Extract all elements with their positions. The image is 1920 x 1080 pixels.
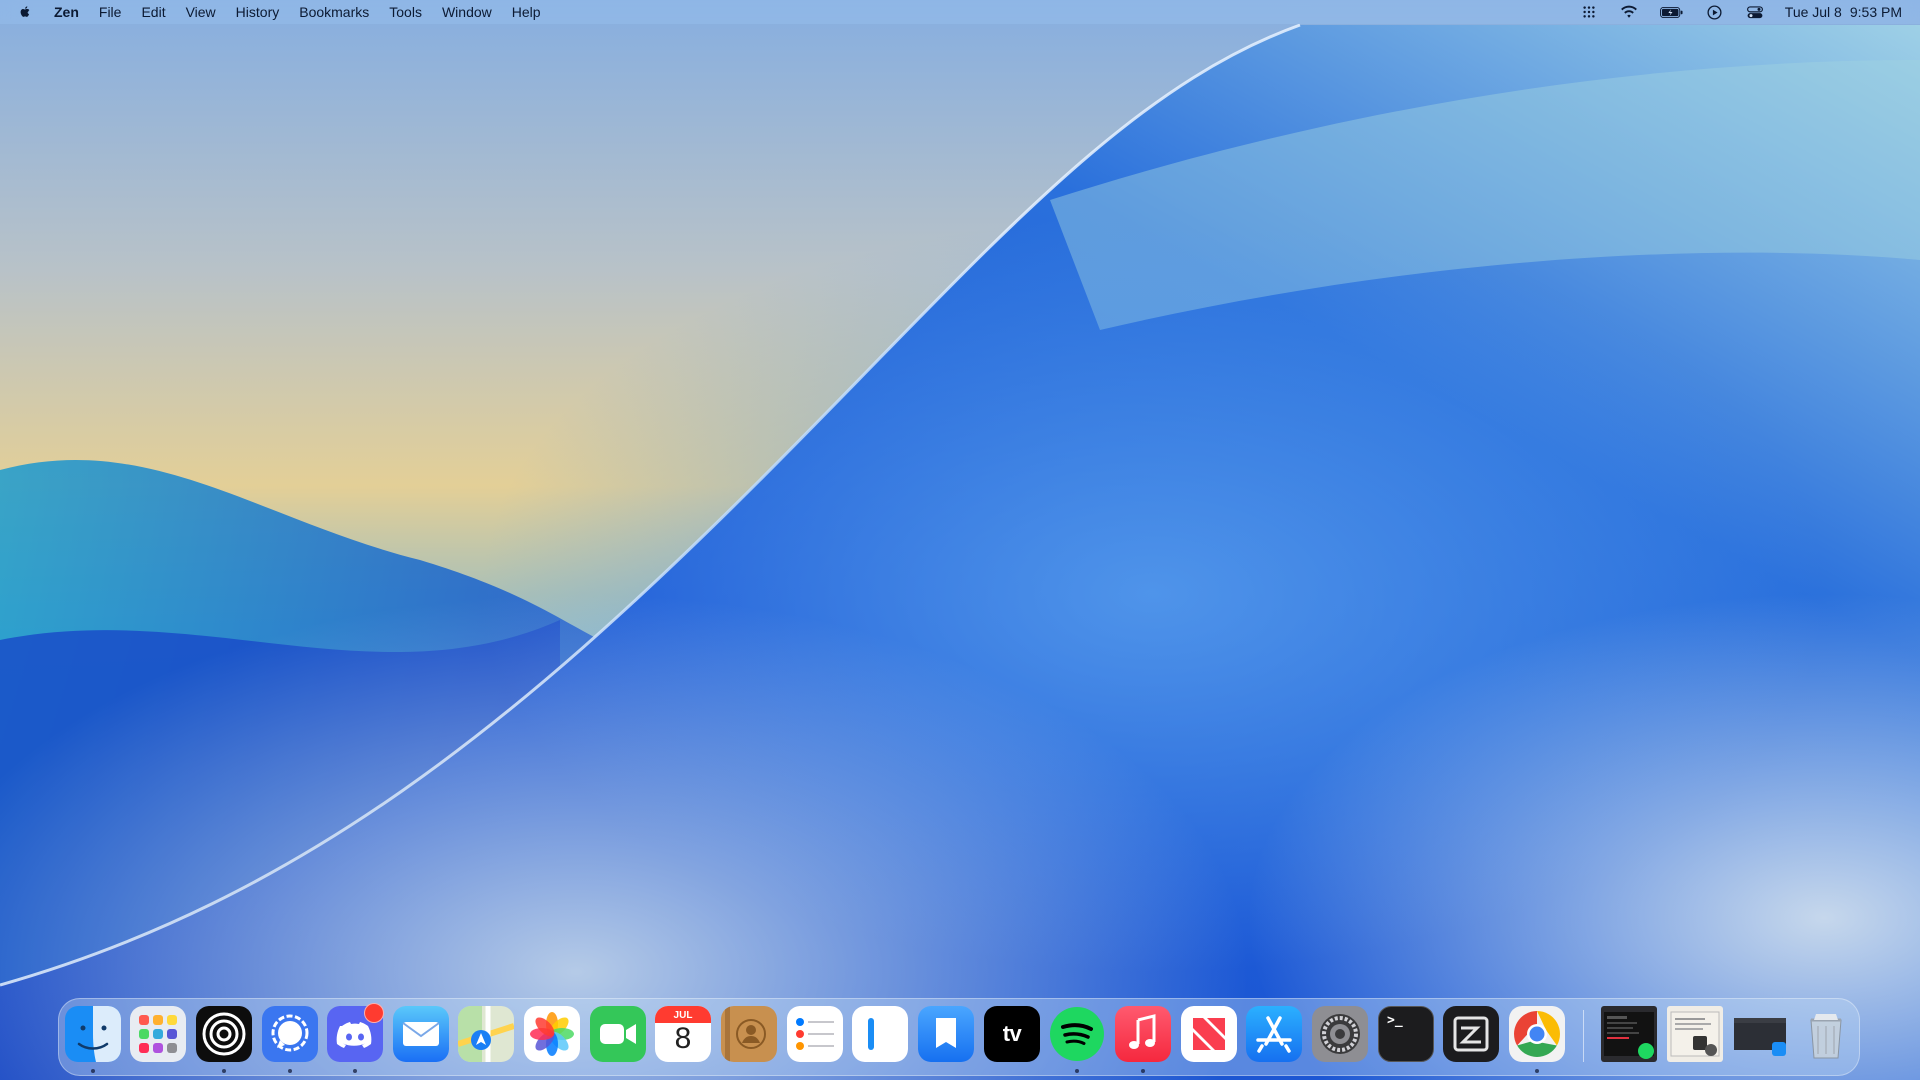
calendar-month: JUL [673, 1010, 693, 1021]
now-playing-icon[interactable] [1705, 3, 1725, 21]
photos-icon[interactable] [524, 1006, 580, 1062]
menu-help[interactable]: Help [502, 0, 551, 24]
clock-time: 9:53 PM [1849, 4, 1902, 20]
calendar-icon[interactable]: JUL 8 [655, 1006, 711, 1062]
clock-date: Tue Jul 8 [1784, 4, 1842, 20]
contacts-icon[interactable] [721, 1006, 777, 1062]
dock-divider [1583, 1010, 1584, 1062]
books-icon[interactable] [918, 1006, 974, 1062]
menu-bar-clock[interactable]: Tue Jul 8 9:53 PM [1785, 4, 1902, 20]
launchpad-icon[interactable] [130, 1006, 186, 1062]
minimized-window-spotify-icon[interactable] [1601, 1006, 1657, 1062]
menu-edit[interactable]: Edit [131, 0, 175, 24]
wifi-icon[interactable] [1619, 3, 1639, 21]
menu-view[interactable]: View [176, 0, 226, 24]
calendar-day: 8 [674, 1022, 692, 1055]
signal-icon[interactable] [262, 1006, 318, 1062]
app-store-icon[interactable] [1246, 1006, 1302, 1062]
terminal-icon[interactable]: >_ [1378, 1006, 1434, 1062]
menu-bar: Zen File Edit View History Bookmarks Too… [0, 0, 1920, 24]
chrome-icon[interactable] [1509, 1006, 1565, 1062]
terminal-prompt: >_ [1387, 1013, 1403, 1028]
apple-tv-icon[interactable]: tv [984, 1006, 1040, 1062]
finder-icon[interactable] [65, 1006, 121, 1062]
menu-window[interactable]: Window [432, 0, 502, 24]
tv-label: tv [1002, 1021, 1022, 1046]
running-indicator [1075, 1069, 1079, 1073]
menu-app-name[interactable]: Zen [52, 0, 89, 24]
control-center-icon[interactable] [1745, 3, 1765, 21]
mail-icon[interactable] [393, 1006, 449, 1062]
maps-icon[interactable] [458, 1006, 514, 1062]
reminders-icon[interactable] [787, 1006, 843, 1062]
menu-tools[interactable]: Tools [379, 0, 432, 24]
running-indicator [1535, 1069, 1539, 1073]
running-indicator [288, 1069, 292, 1073]
minimized-window-finder-icon[interactable] [1732, 1006, 1788, 1062]
apple-menu-icon[interactable] [18, 3, 34, 21]
running-indicator [91, 1069, 95, 1073]
menu-file[interactable]: File [89, 0, 132, 24]
menu-history[interactable]: History [226, 0, 290, 24]
spotify-icon[interactable] [1049, 1006, 1105, 1062]
running-indicator [1141, 1069, 1145, 1073]
music-icon[interactable] [1115, 1006, 1171, 1062]
menu-bookmarks[interactable]: Bookmarks [289, 0, 379, 24]
news-icon[interactable] [1181, 1006, 1237, 1062]
control-strip-icon[interactable] [1579, 3, 1599, 21]
zed-editor-icon[interactable] [1443, 1006, 1499, 1062]
minimized-window-document-icon[interactable] [1667, 1006, 1723, 1062]
desktop-wallpaper [0, 0, 1920, 1080]
notification-badge [364, 1003, 384, 1023]
facetime-icon[interactable] [590, 1006, 646, 1062]
zen-browser-icon[interactable] [196, 1006, 252, 1062]
battery-icon[interactable] [1659, 3, 1685, 21]
notes-icon[interactable] [852, 1006, 908, 1062]
trash-icon[interactable] [1798, 1006, 1854, 1062]
running-indicator [353, 1069, 357, 1073]
system-settings-icon[interactable] [1312, 1006, 1368, 1062]
running-indicator [222, 1069, 226, 1073]
